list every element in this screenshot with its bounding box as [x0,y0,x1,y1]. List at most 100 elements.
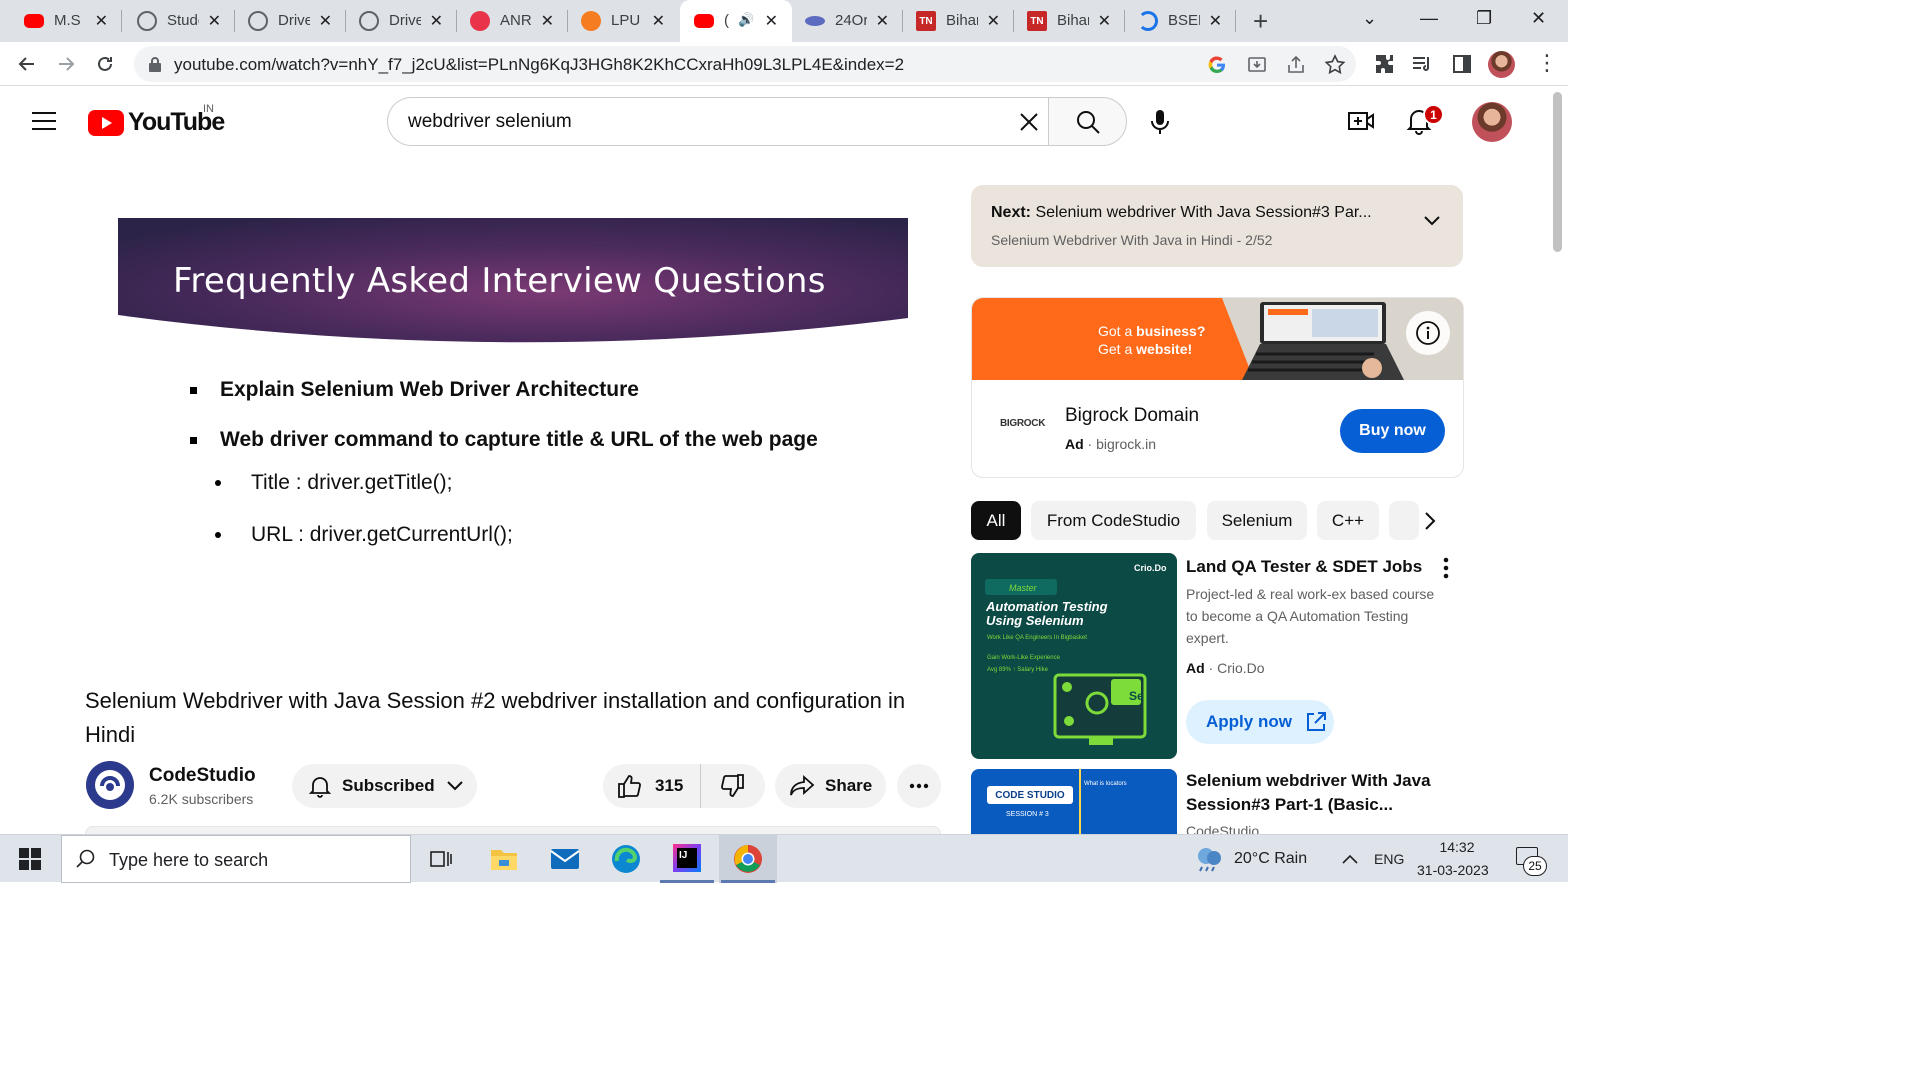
clock-date[interactable]: 31-03-2023 [1417,862,1489,878]
taskbar-chrome-active[interactable] [719,835,777,883]
address-bar[interactable]: youtube.com/watch?v=nhY_f7_j2cU&list=PLn… [134,46,1356,82]
tab-close-icon[interactable]: ✕ [987,11,1000,31]
search-box[interactable]: webdriver selenium [387,97,1049,146]
sponsored-ad-card[interactable]: Got a business? Get a website! BIGROCK B… [971,297,1464,478]
playlist-next-card[interactable]: Next: Selenium webdriver With Java Sessi… [971,185,1463,267]
like-button[interactable]: 315 [603,764,701,808]
browser-tab[interactable]: TN Bihar ✕ [892,0,1014,42]
taskbar-search-box[interactable]: Type here to search [61,835,411,883]
video-description-box[interactable] [85,826,941,834]
bookmark-star-icon[interactable] [1324,54,1346,76]
browser-tab[interactable]: LPU I ✕ [557,0,679,42]
url-text[interactable]: youtube.com/watch?v=nhY_f7_j2cU&list=PLn… [174,55,904,75]
restore-button[interactable]: ❐ [1476,8,1492,29]
browser-tab[interactable]: BSEB ✕ [1114,0,1236,42]
rec-ad-thumbnail[interactable]: Crio.Do Master Automation Testing Using … [971,553,1177,759]
edge-browser-icon[interactable] [611,844,641,874]
profile-avatar[interactable] [1488,51,1515,78]
task-view-icon[interactable] [430,848,452,870]
channel-avatar[interactable] [86,761,134,809]
speaker-icon[interactable]: 🔊 [738,12,754,28]
media-control-icon[interactable] [1410,52,1434,76]
ad-info-button[interactable] [1406,311,1450,355]
rec-video-thumbnail[interactable]: CODE STUDIO SESSION # 3 What is locators [971,769,1177,834]
chip-all[interactable]: All [971,501,1021,540]
weather-text[interactable]: 20°C Rain [1234,850,1307,868]
search-icon [76,849,95,868]
tab-close-icon[interactable]: ✕ [95,11,108,31]
browser-toolbar: youtube.com/watch?v=nhY_f7_j2cU&list=PLn… [0,42,1568,86]
weather-rain-icon[interactable] [1194,845,1226,873]
share-page-icon[interactable] [1285,54,1307,76]
side-panel-icon[interactable] [1450,52,1474,76]
account-avatar[interactable] [1472,102,1512,142]
buy-now-button[interactable]: Buy now [1340,409,1445,453]
tab-close-icon[interactable]: ✕ [876,11,889,31]
google-icon[interactable] [1206,54,1228,76]
codestudio-logo-icon [95,770,125,800]
browser-tab[interactable]: Drive ✕ [335,0,457,42]
browser-menu-icon[interactable]: ⋮ [1536,50,1558,76]
lock-icon[interactable] [148,56,162,72]
scrollbar-thumb[interactable] [1553,92,1562,252]
browser-tab[interactable]: M.S F ✕ [0,0,122,42]
forward-button[interactable] [53,51,79,77]
browser-tab[interactable]: Stude ✕ [113,0,235,42]
browser-tab[interactable]: Drive ✕ [224,0,346,42]
sponsored-recommendation[interactable]: Crio.Do Master Automation Testing Using … [971,553,1461,763]
chip-partial[interactable] [1389,501,1419,540]
create-video-icon[interactable] [1347,109,1375,133]
install-app-icon[interactable] [1246,54,1268,76]
clear-search-icon[interactable] [1017,110,1041,134]
back-button[interactable] [14,51,40,77]
tab-search-icon[interactable]: ⌄ [1362,8,1377,29]
country-code: IN [203,103,214,115]
chip-selenium[interactable]: Selenium [1207,501,1307,540]
search-button[interactable] [1048,97,1127,146]
mail-icon[interactable] [550,846,580,872]
tab-close-icon[interactable]: ✕ [765,11,778,31]
windows-start-icon[interactable] [19,848,41,870]
tab-close-icon[interactable]: ✕ [1098,11,1111,31]
browser-tab-active[interactable]: ( 🔊 ✕ [680,0,792,42]
video-player[interactable]: Frequently Asked Interview Questions Exp… [85,168,941,650]
browser-tab[interactable]: ANR ✕ [446,0,568,42]
close-window-button[interactable]: ✕ [1531,8,1546,29]
reload-button[interactable] [92,51,118,77]
intellij-idea-icon[interactable]: IJ [673,844,701,872]
rec-ad-title[interactable]: Land QA Tester & SDET Jobs [1186,555,1441,579]
menu-icon[interactable] [32,112,56,130]
more-options-icon[interactable] [1443,557,1449,579]
input-language[interactable]: ENG [1374,851,1404,867]
share-button[interactable]: Share [775,764,886,808]
file-explorer-icon[interactable] [490,846,518,872]
subscribed-button[interactable]: Subscribed [292,764,477,808]
rec-video-channel[interactable]: CodeStudio [1186,823,1259,834]
minimize-button[interactable]: — [1420,8,1438,29]
clock-time[interactable]: 14:32 [1432,839,1482,855]
tab-close-icon[interactable]: ✕ [652,11,665,31]
rec-video-title[interactable]: Selenium webdriver With Java Session#3 P… [1186,769,1441,817]
new-tab-button[interactable]: + [1253,6,1268,37]
search-input[interactable]: webdriver selenium [408,111,572,133]
expand-chevron-icon[interactable] [1423,215,1441,227]
tab-close-icon[interactable]: ✕ [208,11,221,31]
chevron-right-icon[interactable] [1423,511,1437,531]
recommended-video[interactable]: CODE STUDIO SESSION # 3 What is locators… [971,769,1461,834]
chip-from-codestudio[interactable]: From CodeStudio [1031,501,1196,540]
tab-close-icon[interactable]: ✕ [541,11,554,31]
tray-overflow-chevron-icon[interactable] [1342,854,1358,864]
ad-title[interactable]: Bigrock Domain [1065,405,1199,427]
tab-close-icon[interactable]: ✕ [430,11,443,31]
extensions-puzzle-icon[interactable] [1373,52,1397,76]
tab-close-icon[interactable]: ✕ [319,11,332,31]
tab-close-icon[interactable]: ✕ [1209,11,1222,31]
more-actions-button[interactable] [897,764,941,808]
chip-cpp[interactable]: C++ [1317,501,1379,540]
browser-tab[interactable]: 24Or ✕ [781,0,903,42]
apply-now-button[interactable]: Apply now [1186,700,1334,744]
channel-name[interactable]: CodeStudio [149,765,256,787]
dislike-button[interactable] [701,764,763,808]
browser-tab[interactable]: TN Bihar ✕ [1003,0,1125,42]
microphone-icon[interactable] [1148,109,1172,135]
